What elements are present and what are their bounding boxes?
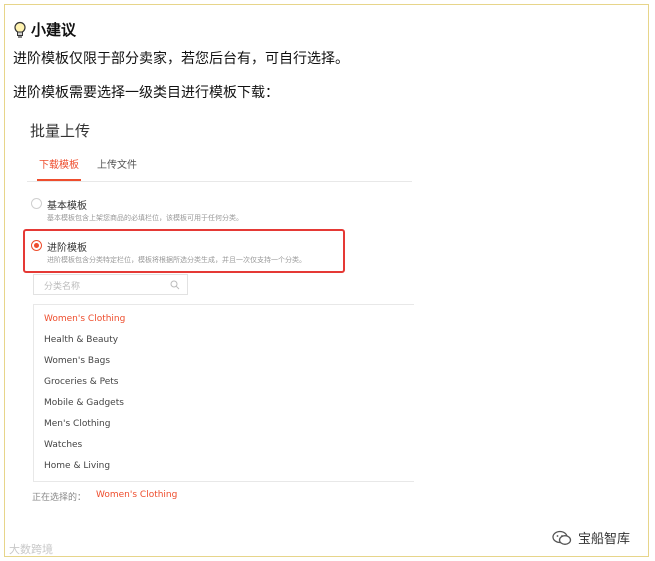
wechat-icon — [552, 530, 572, 545]
tab-upload-file[interactable]: 上传文件 — [97, 156, 137, 171]
category-search-input[interactable]: 分类名称 — [33, 274, 188, 295]
category-item-groceries-pets[interactable]: Groceries & Pets — [44, 377, 119, 387]
watermark-right-text: 宝船智库 — [578, 532, 631, 547]
watermark-right: 宝船智库 — [552, 528, 630, 547]
current-selection-label: 正在选择的： — [32, 493, 87, 503]
search-icon[interactable] — [170, 280, 180, 290]
category-item-health-beauty[interactable]: Health & Beauty — [44, 335, 118, 345]
current-selection-value: Women's Clothing — [96, 490, 178, 500]
tip-title-text: 小建议 — [31, 21, 77, 39]
lightbulb-icon — [14, 21, 26, 38]
watermark-left: 大数跨境 — [9, 543, 53, 556]
tab-bar: 下载模板 上传文件 — [27, 153, 412, 182]
tip-frame: 小建议 进阶模板仅限于部分卖家，若您后台有，可自行选择。 进阶模板需要选择一级类… — [4, 4, 649, 557]
bulk-upload-panel: 批量上传 下载模板 上传文件 基本模板 基本模板包含上架您商品的必填栏位，该模板… — [23, 109, 417, 513]
category-item-womens-clothing[interactable]: Women's Clothing — [44, 314, 125, 324]
category-item-watches[interactable]: Watches — [44, 440, 82, 450]
tip-line-2: 进阶模板需要选择一级类目进行模板下载： — [13, 85, 279, 101]
category-list: Women's Clothing Health & Beauty Women's… — [33, 304, 414, 482]
option-basic-label: 基本模板 — [47, 201, 87, 212]
advanced-template-highlight — [23, 229, 345, 273]
tab-download-template[interactable]: 下载模板 — [39, 156, 79, 171]
radio-basic[interactable] — [31, 198, 42, 209]
category-item-home-living[interactable]: Home & Living — [44, 461, 110, 471]
option-basic-desc: 基本模板包含上架您商品的必填栏位，该模板可用于任何分类。 — [47, 214, 243, 222]
tip-line-1: 进阶模板仅限于部分卖家，若您后台有，可自行选择。 — [13, 51, 349, 67]
category-item-mobile-gadgets[interactable]: Mobile & Gadgets — [44, 398, 124, 408]
category-item-mens-clothing[interactable]: Men's Clothing — [44, 419, 110, 429]
category-item-womens-bags[interactable]: Women's Bags — [44, 356, 110, 366]
tab-active-indicator — [37, 179, 81, 181]
search-placeholder: 分类名称 — [44, 282, 81, 292]
panel-title: 批量上传 — [30, 122, 91, 140]
tip-title: 小建议 — [13, 19, 76, 40]
